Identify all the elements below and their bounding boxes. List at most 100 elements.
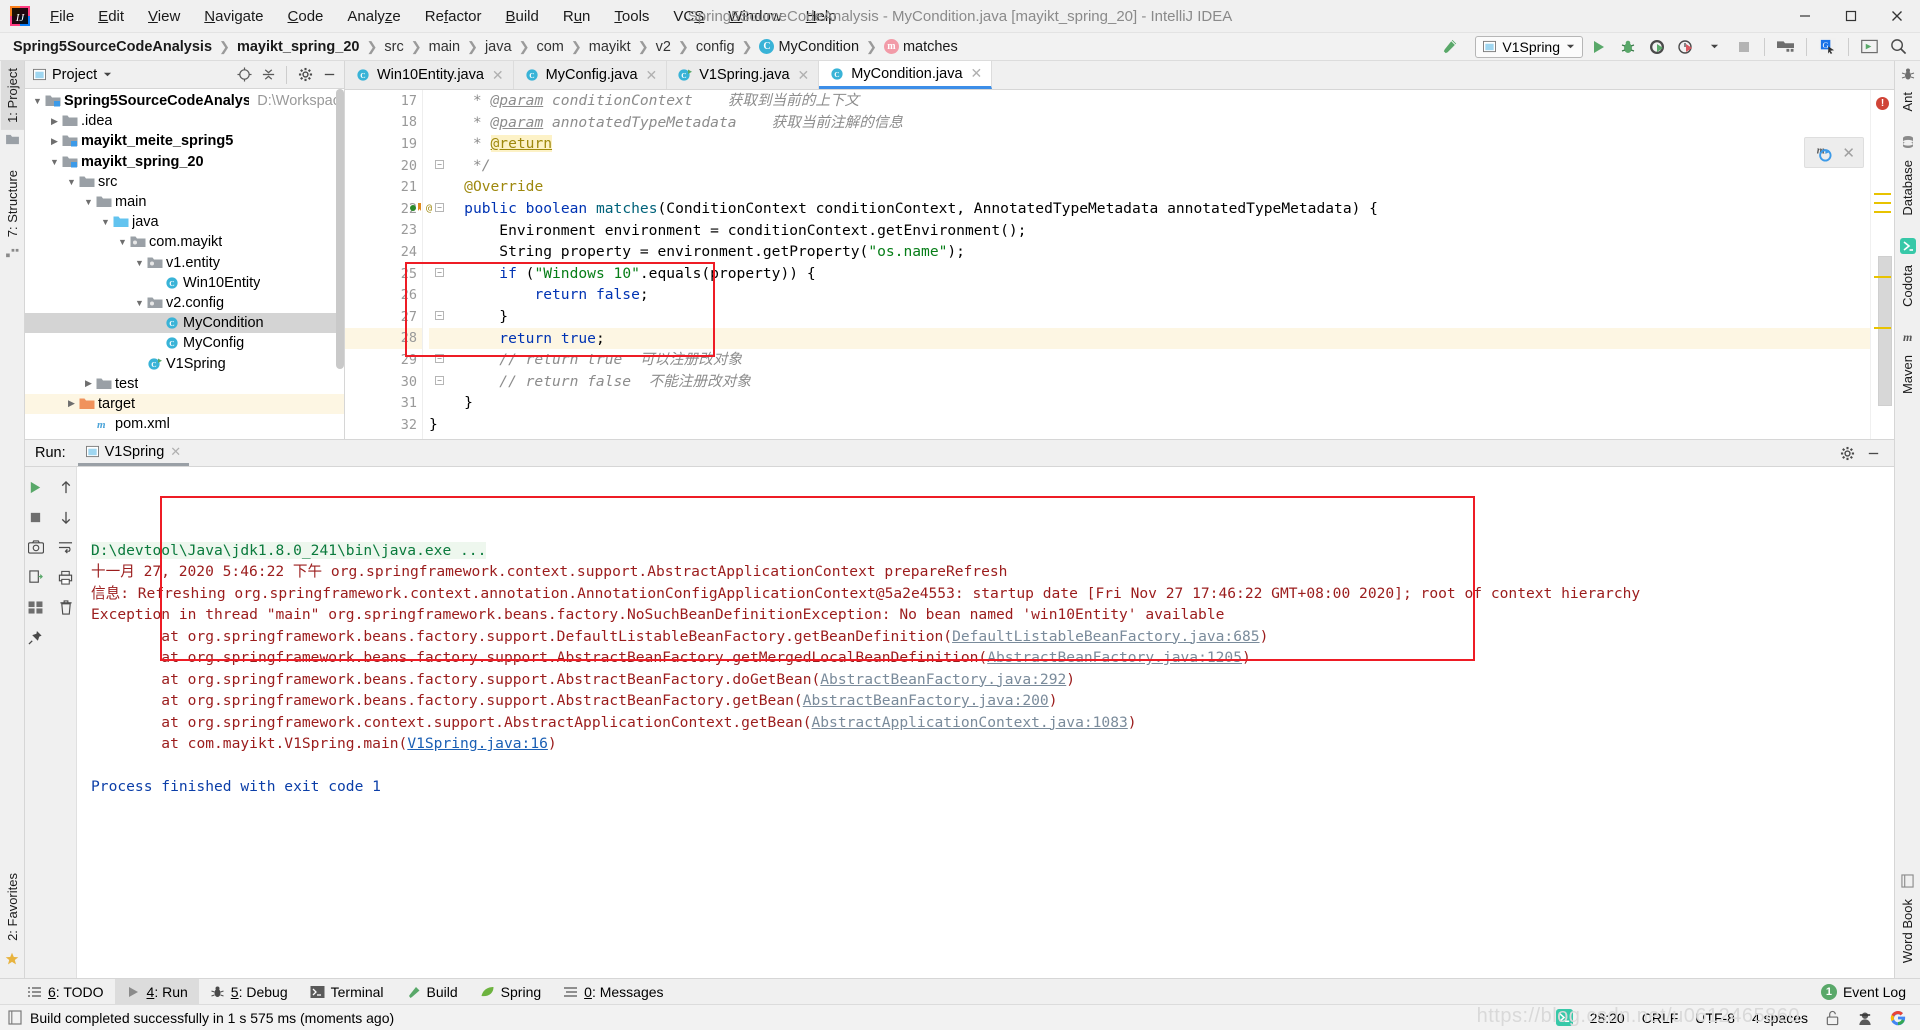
gutter-line-18[interactable]: 18 bbox=[345, 112, 422, 134]
run-console-output[interactable]: D:\devtool\Java\jdk1.8.0_241\bin\java.ex… bbox=[77, 467, 1894, 978]
maximize-button[interactable] bbox=[1828, 0, 1874, 33]
code-line-26[interactable]: return false; bbox=[429, 284, 1870, 306]
sidebar-item-project[interactable]: 1: Project bbox=[0, 61, 24, 130]
gutter-line-23[interactable]: 23 bbox=[345, 220, 422, 242]
collapse-all-icon[interactable] bbox=[257, 64, 279, 86]
chevron-down-icon[interactable]: ▼ bbox=[48, 157, 61, 167]
code-area[interactable]: 17 18 19 20−21 22 @ −23 24 25−26 27−28 29−30−31 32 … bbox=[345, 90, 1894, 439]
profile-button[interactable] bbox=[1672, 35, 1699, 59]
layout-icon[interactable] bbox=[21, 593, 51, 621]
bottom-tab-todo[interactable]: 6: TODO bbox=[16, 979, 115, 1005]
menu-file[interactable]: File bbox=[39, 4, 85, 29]
bottom-tab-build[interactable]: Build bbox=[395, 979, 469, 1005]
breadcrumb-item-method[interactable]: m matches bbox=[880, 38, 962, 56]
sidebar-item-codota[interactable]: Codota bbox=[1896, 258, 1919, 314]
code-line-18[interactable]: * @param annotatedTypeMetadata 获取当前注解的信息 bbox=[429, 112, 1870, 134]
warning-stripe[interactable] bbox=[1874, 276, 1891, 278]
menu-edit[interactable]: Edit bbox=[87, 4, 135, 29]
breadcrumb-item-config[interactable]: config bbox=[692, 38, 739, 56]
code-line-32[interactable]: } bbox=[429, 414, 1870, 436]
bottom-tab-terminal[interactable]: Terminal bbox=[299, 979, 395, 1005]
gutter-line-27[interactable]: 27− bbox=[345, 306, 444, 328]
gutter-line-28[interactable]: 28 bbox=[345, 327, 422, 350]
menu-run[interactable]: Run bbox=[552, 4, 602, 29]
bottom-tab-run[interactable]: 4: Run bbox=[114, 978, 199, 1005]
tree-item-myconfig[interactable]: C MyConfig bbox=[25, 333, 344, 353]
chevron-down-icon[interactable]: ▼ bbox=[116, 237, 129, 247]
breadcrumb-item-mayikt[interactable]: mayikt bbox=[585, 38, 635, 56]
build-hammer-icon[interactable] bbox=[1436, 35, 1463, 59]
sidebar-item-database[interactable]: Database bbox=[1896, 153, 1919, 223]
gutter-line-22[interactable]: 22 @ − bbox=[345, 198, 444, 220]
gutter-line-30[interactable]: 30− bbox=[345, 371, 444, 393]
project-structure-button[interactable] bbox=[1772, 35, 1799, 59]
code-line-24[interactable]: String property = environment.getPropert… bbox=[429, 241, 1870, 263]
code-line-27[interactable]: } bbox=[429, 306, 1870, 328]
settings-gear-icon[interactable] bbox=[294, 64, 316, 86]
settings-gear-icon[interactable] bbox=[1836, 442, 1858, 464]
tree-item-java[interactable]: ▼ java bbox=[25, 212, 344, 232]
close-button[interactable] bbox=[1874, 0, 1920, 33]
code-line-19[interactable]: * @return bbox=[429, 133, 1870, 155]
terminal-icon[interactable] bbox=[1856, 35, 1883, 59]
gutter-line-31[interactable]: 31 bbox=[345, 392, 422, 414]
run-with-coverage-button[interactable] bbox=[1643, 35, 1670, 59]
trash-icon[interactable] bbox=[51, 593, 81, 621]
editor-scrollbar-thumb[interactable] bbox=[1878, 256, 1892, 406]
menu-build[interactable]: Build bbox=[494, 4, 549, 29]
close-tab-icon[interactable]: ✕ bbox=[646, 67, 658, 84]
breadcrumb-item-com[interactable]: com bbox=[532, 38, 567, 56]
gutter-line-21[interactable]: 21 bbox=[345, 176, 422, 198]
stacktrace-link[interactable]: V1Spring.java:16 bbox=[407, 735, 548, 752]
gutter-line-26[interactable]: 26 bbox=[345, 284, 422, 306]
breadcrumb-item-class[interactable]: C MyCondition bbox=[755, 38, 863, 56]
close-tab-icon[interactable]: ✕ bbox=[492, 67, 504, 84]
maven-notification-popup[interactable]: m ✕ bbox=[1804, 137, 1864, 168]
menu-tools[interactable]: Tools bbox=[603, 4, 660, 29]
menu-window[interactable]: Window bbox=[717, 4, 792, 29]
gutter-line-19[interactable]: 19 bbox=[345, 133, 422, 155]
tree-item-v1-entity[interactable]: ▼ v1.entity bbox=[25, 253, 344, 273]
sidebar-item-ant[interactable]: Ant bbox=[1896, 85, 1919, 119]
menu-navigate[interactable]: Navigate bbox=[193, 4, 274, 29]
tree-item-v2-config[interactable]: ▼ v2.config bbox=[25, 293, 344, 313]
editor-tabs[interactable]: C Win10Entity.java ✕ C MyConfig.java ✕ C V1Spri… bbox=[345, 61, 1894, 90]
tree-item-main[interactable]: ▼ main bbox=[25, 192, 344, 212]
bottom-tab-messages[interactable]: 0: Messages bbox=[552, 979, 674, 1005]
menu-analyze[interactable]: Analyze bbox=[336, 4, 411, 29]
file-encoding[interactable]: UTF-8 bbox=[1695, 1010, 1735, 1026]
chevron-down-icon[interactable]: ▼ bbox=[82, 197, 95, 207]
code-line-31[interactable]: } bbox=[429, 392, 1870, 414]
project-tree-scrollbar[interactable] bbox=[336, 89, 344, 369]
gutter-line-20[interactable]: 20− bbox=[345, 155, 444, 177]
minimize-button[interactable] bbox=[1782, 0, 1828, 33]
code-line-25[interactable]: if ("Windows 10".equals(property)) { bbox=[429, 263, 1870, 285]
code-line-30[interactable]: // return false 不能注册改对象 bbox=[429, 371, 1870, 393]
gutter-line-29[interactable]: 29− bbox=[345, 349, 444, 371]
close-tab-icon[interactable]: ✕ bbox=[798, 67, 810, 84]
warning-stripe[interactable] bbox=[1874, 211, 1891, 213]
project-tree[interactable]: ▼ Spring5SourceCodeAnalysis D:\Workspac ▶ .i… bbox=[25, 89, 344, 439]
close-icon[interactable]: ✕ bbox=[1842, 144, 1855, 162]
tree-item-mycondition[interactable]: C MyCondition bbox=[25, 313, 344, 334]
stacktrace-link[interactable]: AbstractBeanFactory.java:292 bbox=[820, 671, 1066, 688]
tree-item-test[interactable]: ▶ test bbox=[25, 374, 344, 394]
stacktrace-link[interactable]: DefaultListableBeanFactory.java:685 bbox=[952, 628, 1260, 645]
code-line-29[interactable]: // return true 可以注册改对象 bbox=[429, 349, 1870, 371]
close-icon[interactable]: ✕ bbox=[170, 444, 181, 460]
menu-vcs[interactable]: VCS bbox=[662, 4, 715, 29]
code-line-28[interactable]: return true; bbox=[429, 327, 1870, 350]
debug-button[interactable] bbox=[1614, 35, 1641, 59]
tree-item-v1spring[interactable]: C V1Spring bbox=[25, 353, 344, 373]
event-log-button[interactable]: 1 Event Log bbox=[1820, 983, 1920, 1000]
menu-help[interactable]: Help bbox=[795, 4, 848, 29]
gutter-line-32[interactable]: 32 bbox=[345, 414, 422, 436]
bottom-tab-debug[interactable]: 5: Debug bbox=[199, 979, 299, 1005]
run-configuration-selector[interactable]: V1Spring bbox=[1475, 35, 1583, 58]
sidebar-item-wordbook[interactable]: Word Book bbox=[1896, 892, 1919, 970]
tree-item-target[interactable]: ▶ target bbox=[25, 393, 344, 414]
tree-item-win10entity[interactable]: C Win10Entity bbox=[25, 273, 344, 293]
google-icon[interactable] bbox=[1890, 1010, 1906, 1026]
warning-stripe[interactable] bbox=[1874, 202, 1891, 204]
project-panel-title-group[interactable]: Project bbox=[33, 67, 112, 83]
